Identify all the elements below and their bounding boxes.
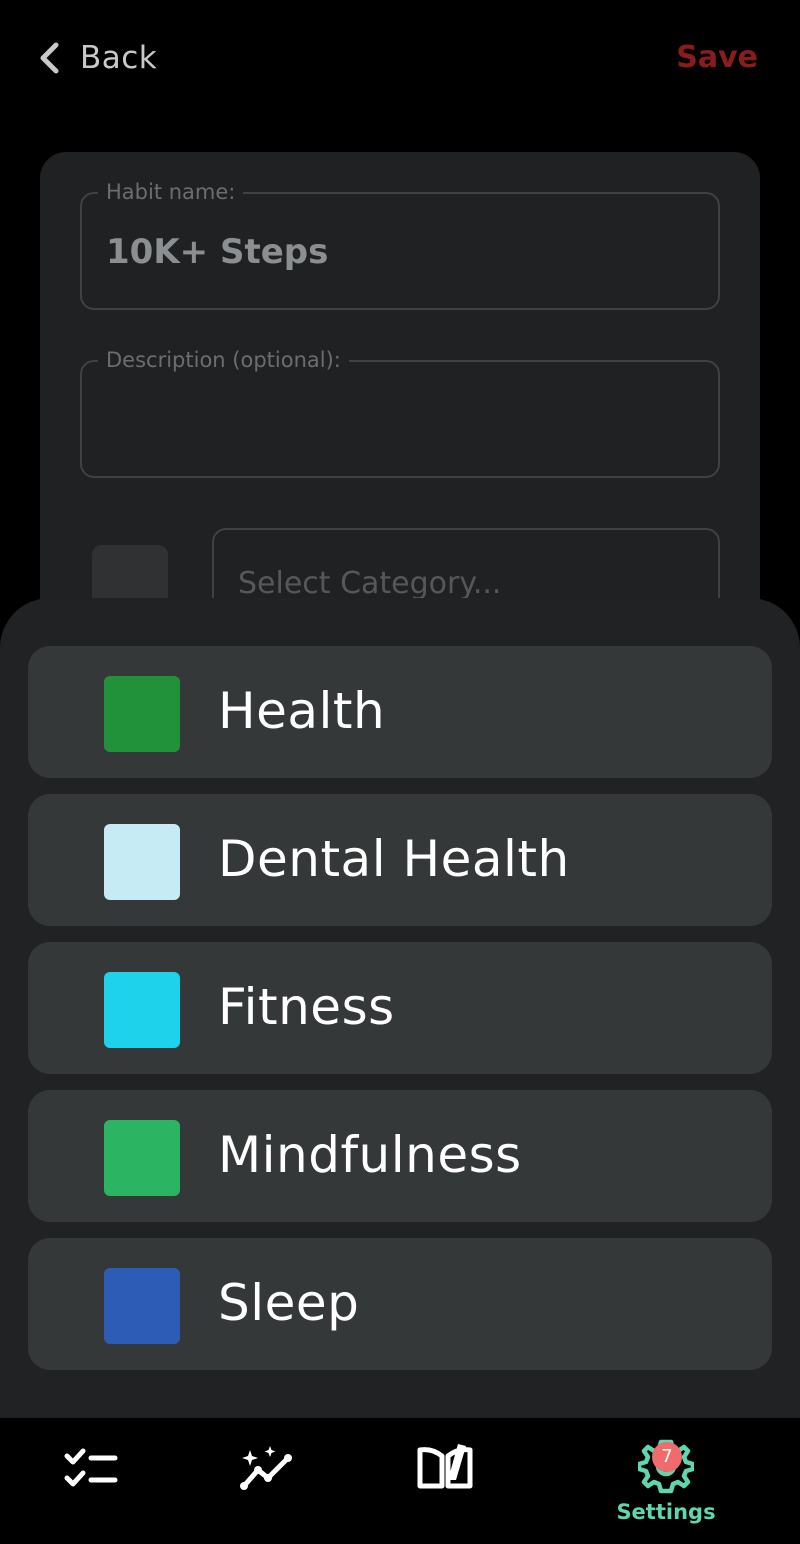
habit-form-card: Habit name: 10K+ Steps Description (opti…: [40, 152, 760, 622]
top-bar: Back Save: [0, 0, 800, 120]
category-item-fitness[interactable]: Fitness: [28, 942, 772, 1074]
notification-badge: 7: [652, 1442, 682, 1472]
sparkle-trend-icon: [240, 1446, 292, 1490]
category-color-swatch: [104, 1120, 180, 1196]
nav-item-settings[interactable]: 7 Settings: [614, 1418, 718, 1544]
book-open-icon: [417, 1444, 473, 1489]
nav-item-stats[interactable]: [234, 1418, 300, 1544]
category-item-dental-health[interactable]: Dental Health: [28, 794, 772, 926]
category-color-swatch: [104, 1268, 180, 1344]
habit-name-value: 10K+ Steps: [106, 232, 329, 272]
category-name: Sleep: [218, 1274, 360, 1332]
habit-name-field[interactable]: Habit name: 10K+ Steps: [80, 180, 720, 310]
description-field[interactable]: Description (optional):: [80, 348, 720, 478]
category-item-sleep[interactable]: Sleep: [28, 1238, 772, 1370]
chevron-left-icon: [40, 42, 59, 74]
category-name: Health: [218, 682, 386, 740]
checklist-icon: [64, 1448, 118, 1487]
category-name: Fitness: [218, 978, 395, 1036]
category-name: Mindfulness: [218, 1126, 522, 1184]
description-label: Description (optional):: [98, 348, 349, 372]
category-name: Dental Health: [218, 830, 570, 888]
nav-item-habits[interactable]: [58, 1418, 122, 1544]
nav-item-journal[interactable]: [412, 1418, 478, 1544]
nav-label-settings: Settings: [616, 1500, 716, 1524]
back-label: Back: [80, 40, 158, 76]
category-color-swatch: [104, 676, 180, 752]
category-color-swatch: [104, 972, 180, 1048]
category-color-swatch: [104, 824, 180, 900]
back-button[interactable]: Back: [36, 36, 157, 80]
bottom-nav: 7 Settings: [0, 1418, 800, 1544]
category-placeholder: Select Category...: [238, 566, 502, 601]
category-item-mindfulness[interactable]: Mindfulness: [28, 1090, 772, 1222]
habit-name-label: Habit name:: [98, 180, 244, 204]
save-button[interactable]: Save: [676, 36, 758, 80]
category-picker-sheet: Health Dental Health Fitness Mindfulness…: [0, 598, 800, 1428]
category-item-health[interactable]: Health: [28, 646, 772, 778]
